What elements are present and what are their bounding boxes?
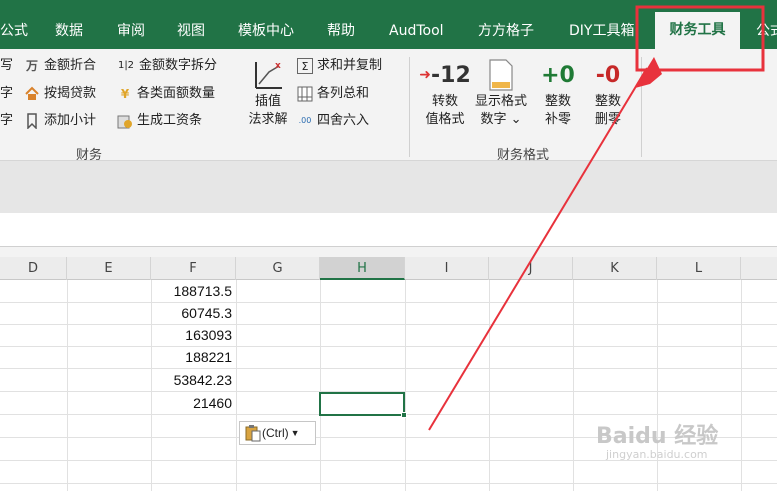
- mortgage-loan-button[interactable]: 按揭贷款: [24, 84, 96, 104]
- clipped-item-2[interactable]: 字: [0, 84, 13, 104]
- bookmark-icon: [24, 113, 40, 130]
- formula-bar[interactable]: [0, 213, 777, 247]
- baidu-watermark: Baidu 经验: [596, 424, 719, 449]
- convert-to-number-format-button[interactable]: ➜ -12 转数 值格式: [419, 57, 471, 129]
- pad-zero-label-line2: 补零: [544, 112, 571, 127]
- svg-text:x: x: [275, 61, 281, 71]
- cell-f3[interactable]: 163093: [151, 324, 236, 346]
- column-header-j[interactable]: J: [489, 257, 573, 280]
- interpolation-solve-button[interactable]: x 插值 法求解: [244, 57, 292, 129]
- payslip-icon: [117, 113, 133, 129]
- tab-template-center[interactable]: 模板中心: [238, 21, 294, 41]
- round-half-even-label: 四舍六入: [317, 113, 370, 128]
- convert-label-line1: 转数: [431, 94, 458, 109]
- integer-remove-zero-button[interactable]: -0 整数 删零: [588, 57, 628, 129]
- denomination-count-label: 各类面额数量: [137, 86, 216, 101]
- display-format-label-line2: 数字 ⌄: [480, 112, 522, 127]
- group-separator: [409, 57, 410, 157]
- grid-line: [0, 302, 777, 303]
- interpolation-label-line1: 插值: [254, 94, 281, 109]
- denomination-count-button[interactable]: ¥ 各类面额数量: [117, 84, 215, 104]
- pad-zero-label-line1: 整数: [544, 94, 571, 109]
- grid-line: [0, 324, 777, 325]
- add-subtotal-button[interactable]: 添加小计: [24, 111, 96, 131]
- generate-payslip-button[interactable]: 生成工资条: [117, 111, 202, 131]
- column-header-i[interactable]: I: [405, 257, 489, 280]
- sum-and-copy-label: 求和并复制: [317, 58, 383, 73]
- split-amount-digits-button[interactable]: 1|2 金额数字拆分: [117, 56, 217, 76]
- tab-review[interactable]: 审阅: [117, 21, 145, 41]
- plus-zero-icon: +0: [541, 62, 575, 88]
- baidu-watermark-url: jingyan.baidu.com: [606, 448, 708, 461]
- grid-line: [0, 368, 777, 369]
- tab-fangfanggezi[interactable]: 方方格子: [478, 21, 534, 41]
- minus-zero-icon: -0: [595, 62, 621, 88]
- tab-formulas[interactable]: 公式: [0, 21, 28, 41]
- cell-f6[interactable]: 21460: [151, 392, 236, 414]
- document-icon: [471, 57, 531, 93]
- round-half-even-button[interactable]: .00 四舍六入: [297, 111, 369, 131]
- split-amount-digits-label: 金额数字拆分: [139, 58, 218, 73]
- sum-copy-icon: Σ: [297, 58, 313, 74]
- column-header-l[interactable]: L: [657, 257, 741, 280]
- group-separator-2: [641, 57, 642, 157]
- tab-data[interactable]: 数据: [55, 21, 83, 41]
- interpolation-icon: x: [244, 57, 292, 93]
- grid-line: [0, 346, 777, 347]
- column-header-e[interactable]: E: [67, 257, 151, 280]
- amount-conversion-button[interactable]: 万 金额折合: [24, 56, 96, 76]
- tab-formulas-2[interactable]: 公式: [756, 21, 777, 41]
- cell-f2[interactable]: 60745.3: [151, 302, 236, 324]
- column-totals-label: 各列总和: [317, 86, 370, 101]
- tab-diy-toolbox[interactable]: DIY工具箱: [569, 21, 634, 41]
- column-header-d[interactable]: D: [0, 257, 67, 280]
- house-icon: [24, 86, 40, 102]
- clipped-item-3[interactable]: 字: [0, 111, 13, 131]
- fill-handle[interactable]: [401, 412, 407, 418]
- tab-view[interactable]: 视图: [177, 21, 205, 41]
- paste-options-label: (Ctrl): [262, 426, 289, 440]
- cell-f5[interactable]: 53842.23: [151, 369, 236, 391]
- money-icon: ¥: [120, 87, 130, 101]
- tab-help[interactable]: 帮助: [327, 21, 355, 41]
- clipped-item-1[interactable]: 写: [0, 56, 13, 76]
- tab-audtool[interactable]: AudTool: [389, 21, 444, 41]
- grid-line: [0, 483, 777, 484]
- display-format-number-button[interactable]: 显示格式 数字 ⌄: [471, 57, 531, 129]
- cell-f4[interactable]: 188221: [151, 346, 236, 368]
- column-sum-icon: [297, 86, 313, 102]
- amount-conversion-label: 金额折合: [44, 58, 97, 73]
- column-totals-button[interactable]: 各列总和: [297, 84, 369, 104]
- active-cell-h6[interactable]: [319, 392, 405, 416]
- column-header-f[interactable]: F: [151, 257, 236, 280]
- convert-icon-text: -12: [431, 62, 471, 88]
- remove-zero-label-line1: 整数: [594, 94, 621, 109]
- split-digits-icon: 1|2: [117, 60, 135, 71]
- remove-zero-label-line2: 删零: [594, 112, 621, 127]
- mortgage-loan-label: 按揭贷款: [44, 86, 97, 101]
- rounding-icon: .00: [298, 116, 312, 125]
- convert-label-line2: 值格式: [425, 112, 465, 127]
- ribbon-panel: 写 字 字 万 金额折合 按揭贷款 添加小计 1|2 金额数字拆分 ¥ 各类面额…: [0, 49, 777, 163]
- toolbar-strip: [0, 161, 777, 213]
- sum-and-copy-button[interactable]: Σ 求和并复制: [297, 56, 382, 76]
- interpolation-label-line2: 法求解: [248, 112, 288, 127]
- yuan-icon: 万: [25, 59, 38, 73]
- tab-finance-tools[interactable]: 财务工具: [655, 12, 740, 49]
- dropdown-arrow-icon: ▼: [290, 428, 300, 438]
- column-header-g[interactable]: G: [236, 257, 320, 280]
- cell-f1[interactable]: 188713.5: [151, 280, 236, 302]
- add-subtotal-label: 添加小计: [44, 113, 97, 128]
- generate-payslip-label: 生成工资条: [137, 113, 203, 128]
- display-format-label-line1: 显示格式: [474, 94, 527, 109]
- column-header-h[interactable]: H: [320, 257, 405, 280]
- grid-top-gap: [0, 247, 777, 257]
- column-headers: D E F G H I J K L: [0, 257, 777, 280]
- integer-pad-zero-button[interactable]: +0 整数 补零: [538, 57, 578, 129]
- paste-options-button[interactable]: (Ctrl) ▼: [239, 421, 316, 445]
- minus-twelve-icon: ➜ -12: [419, 62, 471, 88]
- column-header-k[interactable]: K: [573, 257, 657, 280]
- ribbon-tab-bar: 公式 数据 审阅 视图 模板中心 帮助 AudTool 方方格子 DIY工具箱 …: [0, 0, 777, 49]
- clipboard-icon: [244, 424, 262, 442]
